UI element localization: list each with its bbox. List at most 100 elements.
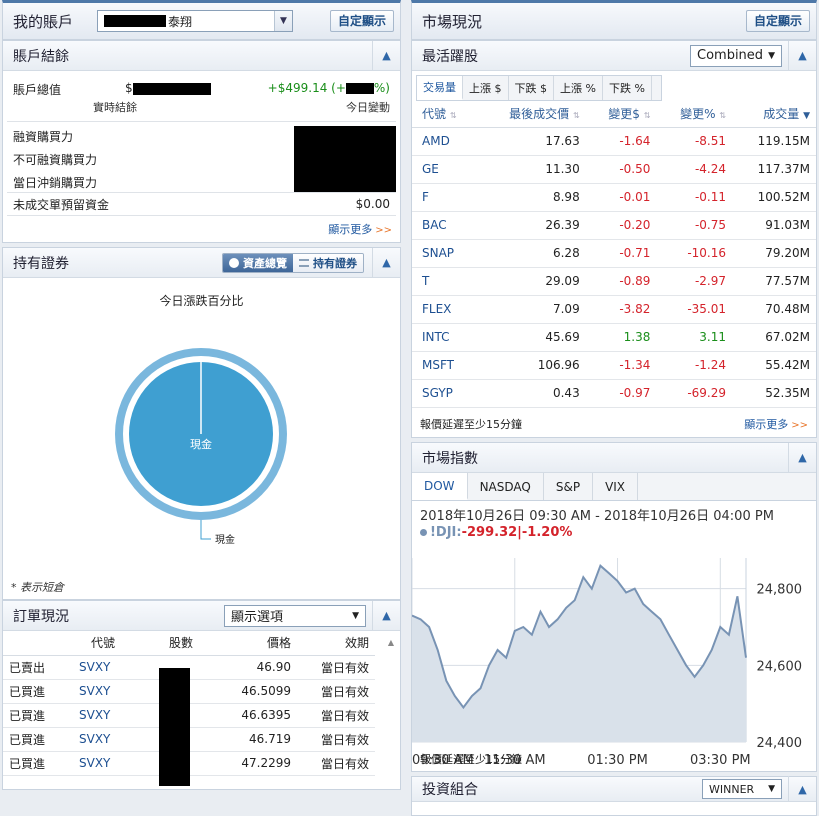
holdings-toggle[interactable]: 資產總覽 持有證券 bbox=[222, 252, 364, 273]
toggle-overview[interactable]: 資產總覽 bbox=[223, 253, 293, 272]
series-area bbox=[412, 565, 746, 742]
table-row[interactable]: SGYP 0.43 -0.97 -69.29 52.35M bbox=[412, 379, 816, 408]
holdings-pie: 現金 現金 bbox=[115, 348, 287, 546]
mover-change: 1.38 bbox=[585, 323, 657, 352]
combined-select[interactable]: Combined ▼ bbox=[690, 44, 782, 67]
order-status: 已買進 bbox=[3, 727, 69, 752]
indices-header: 市場指數 ▲ bbox=[412, 442, 816, 473]
scrollbar[interactable]: ▲ bbox=[386, 638, 396, 788]
mover-symbol-link[interactable]: T bbox=[412, 267, 478, 296]
collapse-icon[interactable]: ▲ bbox=[788, 776, 816, 802]
collapse-icon[interactable]: ▲ bbox=[372, 600, 400, 631]
summary-panel: 賬戶結餘 ▲ 賬戶總值 $ +$499.14 (+%) 實時結餘 今日變動 融資… bbox=[2, 40, 401, 243]
mover-symbol-link[interactable]: SNAP bbox=[412, 239, 478, 268]
mover-last: 6.28 bbox=[477, 239, 586, 268]
tab-index-2[interactable]: S&P bbox=[544, 473, 594, 500]
mover-change-pct: -1.24 bbox=[656, 351, 732, 380]
mover-change: -3.82 bbox=[585, 295, 657, 324]
mover-last: 0.43 bbox=[477, 379, 586, 408]
order-status: 已買進 bbox=[3, 679, 69, 704]
tab-index-0[interactable]: DOW bbox=[412, 473, 468, 500]
toggle-holdings[interactable]: 持有證券 bbox=[293, 253, 363, 272]
mover-change: -0.20 bbox=[585, 211, 657, 240]
total-value: $ bbox=[125, 81, 211, 98]
tab-mover-4[interactable]: 下跌 % bbox=[603, 76, 652, 100]
mv-col-chg[interactable]: 變更$ ⇅ bbox=[585, 101, 657, 128]
collapse-icon[interactable]: ▲ bbox=[372, 40, 400, 71]
table-row[interactable]: F 8.98 -0.01 -0.11 100.52M bbox=[412, 183, 816, 212]
summary-header: 賬戶結餘 ▲ bbox=[3, 40, 400, 71]
index-range: 2018年10月26日 09:30 AM - 2018年10月26日 04:00… bbox=[420, 509, 774, 524]
tab-mover-0[interactable]: 交易量 bbox=[417, 76, 463, 100]
mover-symbol-link[interactable]: F bbox=[412, 183, 478, 212]
index-ticker: !DJI: bbox=[430, 525, 462, 540]
orders-panel: 訂單現況 顯示選項 ▼ ▲ 代號 股數 價格 效期 已賣出 SVXY 46.90 當日有… bbox=[2, 600, 401, 790]
mover-volume: 91.03M bbox=[732, 211, 816, 240]
collapse-icon[interactable]: ▲ bbox=[788, 442, 816, 473]
mover-symbol-link[interactable]: BAC bbox=[412, 211, 478, 240]
market-custom-button[interactable]: 自定顯示 bbox=[745, 10, 810, 32]
order-status: 已賣出 bbox=[3, 655, 69, 680]
order-symbol-link[interactable]: SVXY bbox=[69, 751, 151, 776]
y-tick-label: 24,400 bbox=[757, 736, 803, 751]
order-status: 已買進 bbox=[3, 703, 69, 728]
table-row[interactable]: AMD 17.63 -1.64 -8.51 119.15M bbox=[412, 127, 816, 156]
table-row[interactable]: MSFT 106.96 -1.34 -1.24 55.42M bbox=[412, 351, 816, 380]
table-row[interactable]: INTC 45.69 1.38 3.11 67.02M bbox=[412, 323, 816, 352]
order-symbol-link[interactable]: SVXY bbox=[69, 655, 151, 680]
order-price: 46.5099 bbox=[211, 679, 297, 704]
collapse-icon[interactable]: ▲ bbox=[788, 40, 816, 71]
indices-title: 市場指數 bbox=[422, 450, 478, 467]
index-ticker-line: !DJI:-299.32|-1.20% bbox=[412, 524, 816, 541]
portfolio-title: 投資組合 bbox=[422, 782, 478, 798]
mv-col-last[interactable]: 最後成交價 ⇅ bbox=[477, 101, 586, 128]
tab-index-3[interactable]: VIX bbox=[593, 473, 639, 500]
mover-volume: 67.02M bbox=[732, 323, 816, 352]
table-row[interactable]: FLEX 7.09 -3.82 -35.01 70.48M bbox=[412, 295, 816, 324]
order-price: 47.2299 bbox=[211, 751, 297, 776]
table-row[interactable]: T 29.09 -0.89 -2.97 77.57M bbox=[412, 267, 816, 296]
mover-volume: 55.42M bbox=[732, 351, 816, 380]
mover-symbol-link[interactable]: MSFT bbox=[412, 351, 478, 380]
orders-title: 訂單現況 bbox=[13, 608, 69, 625]
mover-volume: 79.20M bbox=[732, 239, 816, 268]
mover-volume: 70.48M bbox=[732, 295, 816, 324]
account-select[interactable]: 泰翔 ▼ bbox=[97, 10, 294, 32]
order-qty-mask bbox=[159, 668, 190, 786]
mv-col-vol[interactable]: 成交量 ▼ bbox=[732, 101, 816, 128]
table-row[interactable]: SNAP 6.28 -0.71 -10.16 79.20M bbox=[412, 239, 816, 268]
tab-mover-2[interactable]: 下跌 $ bbox=[509, 76, 554, 100]
mv-col-symbol[interactable]: 代號 ⇅ bbox=[412, 101, 478, 128]
mover-last: 17.63 bbox=[477, 127, 586, 156]
summary-more-link[interactable]: 顯示更多 >> bbox=[3, 221, 400, 237]
order-symbol-link[interactable]: SVXY bbox=[69, 727, 151, 752]
order-symbol-link[interactable]: SVXY bbox=[69, 703, 151, 728]
table-row[interactable]: BAC 26.39 -0.20 -0.75 91.03M bbox=[412, 211, 816, 240]
list-icon bbox=[299, 258, 309, 267]
mover-last: 45.69 bbox=[477, 323, 586, 352]
mover-symbol-link[interactable]: SGYP bbox=[412, 379, 478, 408]
order-symbol-link[interactable]: SVXY bbox=[69, 679, 151, 704]
tab-index-1[interactable]: NASDAQ bbox=[468, 473, 544, 500]
mv-col-pct[interactable]: 變更% ⇅ bbox=[656, 101, 732, 128]
chevron-down-icon[interactable]: ▼ bbox=[274, 11, 293, 31]
movers-more-link[interactable]: 顯示更多 >> bbox=[744, 416, 808, 432]
mover-change-pct: -35.01 bbox=[656, 295, 732, 324]
order-price: 46.90 bbox=[211, 655, 297, 680]
tab-mover-3[interactable]: 上漲 % bbox=[554, 76, 603, 100]
orders-col-validity: 效期 bbox=[297, 631, 375, 656]
total-label: 賬戶總值 bbox=[13, 83, 62, 97]
orders-filter-select[interactable]: 顯示選項 ▼ bbox=[224, 604, 366, 627]
account-custom-button[interactable]: 自定顯示 bbox=[329, 10, 394, 32]
mover-symbol-link[interactable]: FLEX bbox=[412, 295, 478, 324]
mover-symbol-link[interactable]: INTC bbox=[412, 323, 478, 352]
mover-change: -0.71 bbox=[585, 239, 657, 268]
tab-mover-1[interactable]: 上漲 $ bbox=[463, 76, 509, 100]
mover-symbol-link[interactable]: AMD bbox=[412, 127, 478, 156]
portfolio-select[interactable]: WINNER ▼ bbox=[702, 779, 782, 799]
portfolio-panel: 投資組合 WINNER ▼ ▲ bbox=[411, 776, 817, 816]
mover-symbol-link[interactable]: GE bbox=[412, 155, 478, 184]
table-row[interactable]: GE 11.30 -0.50 -4.24 117.37M bbox=[412, 155, 816, 184]
collapse-icon[interactable]: ▲ bbox=[372, 247, 400, 278]
mover-change-pct: -0.11 bbox=[656, 183, 732, 212]
